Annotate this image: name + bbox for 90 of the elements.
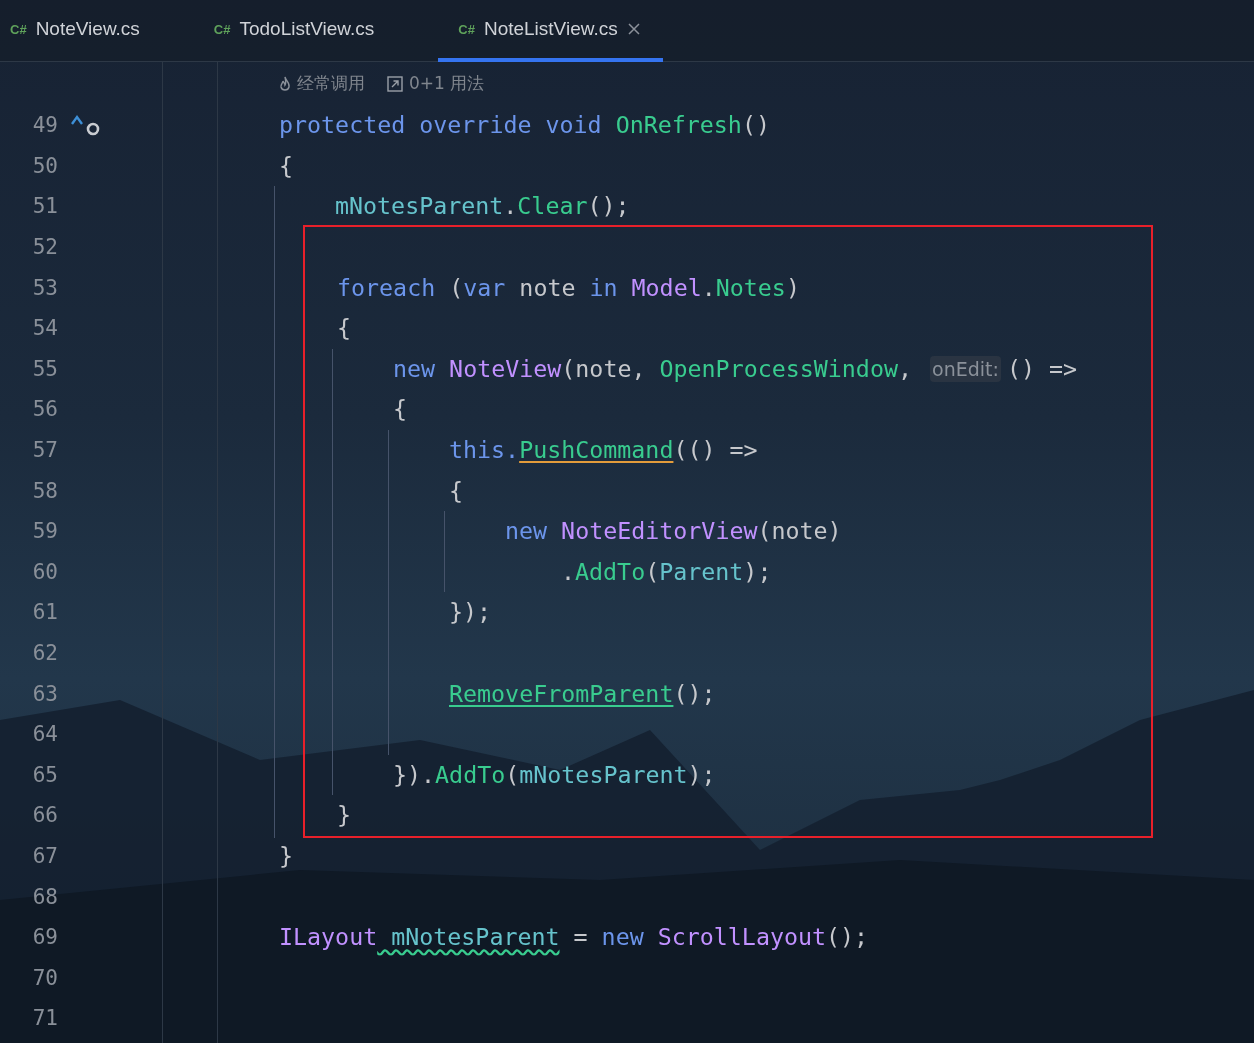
line-number: 68 [31, 884, 58, 909]
field-name: Parent [659, 556, 744, 587]
code-vision-hint[interactable]: 0+1 用法 [409, 72, 485, 95]
csharp-file-icon: C# [10, 21, 27, 37]
code-text: ( [505, 759, 520, 790]
line-number: 65 [31, 762, 58, 787]
code-text: ) [785, 272, 800, 303]
code-text: (); [587, 191, 630, 222]
line-number: 53 [31, 275, 58, 300]
type-name: Model [630, 272, 702, 303]
line-number: 63 [31, 681, 58, 706]
flame-icon [279, 75, 291, 92]
keyword: new [505, 516, 548, 547]
keyword: new [393, 353, 436, 384]
code-text: { [337, 313, 352, 344]
field-name: mNotesParent [519, 759, 688, 790]
line-number: 56 [31, 397, 58, 422]
code-text: { [393, 394, 408, 425]
tab-label: TodoListView.cs [239, 18, 375, 40]
line-number: 58 [31, 478, 58, 503]
method-name: AddTo [435, 759, 506, 790]
csharp-file-icon: C# [213, 21, 231, 37]
code-text: ); [743, 556, 772, 587]
code-text: } [279, 841, 294, 871]
line-number: 54 [31, 316, 58, 341]
type-name: ILayout [279, 922, 378, 953]
code-text: (() => [673, 435, 758, 466]
code-text: note [518, 272, 577, 303]
code-text: , [897, 353, 913, 384]
external-link-icon [387, 75, 403, 92]
line-number: 52 [31, 235, 58, 260]
code-text: }); [449, 597, 492, 628]
keyword: this. [449, 435, 520, 466]
code-text: { [279, 150, 294, 181]
code-text: = [572, 922, 589, 953]
code-text: (note, [561, 353, 647, 384]
line-number: 50 [31, 153, 58, 178]
code-text: () [741, 110, 770, 141]
method-name: PushCommand [519, 435, 674, 466]
code-text: () => [1006, 353, 1078, 384]
code-vision-hint[interactable]: 经常调用 [297, 72, 365, 95]
code-text: }). [393, 759, 436, 790]
method-name: AddTo [575, 556, 646, 587]
field-name: mNotesParent [390, 922, 560, 953]
code-text: (); [826, 922, 869, 953]
code-text: { [449, 475, 464, 506]
code-text: ( [645, 556, 660, 587]
keyword: protected override void [279, 110, 602, 141]
parameter-hint: onEdit: [930, 355, 1001, 382]
line-number: 59 [31, 519, 58, 544]
type-name: NoteEditorView [560, 516, 758, 547]
method-name: OpenProcessWindow [659, 353, 898, 384]
line-number: 69 [31, 925, 58, 950]
line-number: 71 [31, 1006, 58, 1031]
code-text: . [701, 272, 716, 303]
line-number: 62 [31, 641, 58, 665]
field-name: mNotesParent [335, 191, 504, 222]
line-number: 57 [31, 438, 58, 463]
line-number: 64 [31, 722, 58, 747]
line-number: 67 [31, 844, 58, 868]
editor-tab[interactable]: C# NoteListView.cs [438, 0, 663, 62]
keyword: foreach [337, 272, 436, 303]
editor-tab[interactable]: C# NoteView.cs [0, 0, 164, 62]
line-number: 55 [31, 356, 58, 381]
code-text: ( [448, 272, 464, 303]
line-number: 51 [31, 194, 58, 219]
csharp-file-icon: C# [458, 21, 475, 37]
keyword: new [601, 922, 644, 953]
code-text: . [503, 191, 518, 222]
line-number: 49 [31, 113, 58, 138]
method-name: Notes [715, 272, 786, 303]
editor-tab[interactable]: C# TodoListView.cs [203, 0, 399, 62]
method-name: Clear [517, 191, 588, 222]
line-number: 66 [31, 803, 58, 828]
line-number: 61 [31, 600, 58, 625]
code-text: . [561, 556, 576, 587]
type-name: NoteView [448, 353, 562, 384]
line-number: 60 [31, 559, 58, 584]
tab-label: NoteListView.cs [483, 18, 618, 40]
keyword: var [463, 272, 506, 303]
keyword: in [589, 272, 618, 303]
code-text: } [337, 800, 352, 831]
method-name: RemoveFromParent [449, 678, 674, 709]
code-text: (); [673, 678, 716, 709]
type-name: ScrollLayout [656, 922, 827, 953]
tab-label: NoteView.cs [35, 18, 140, 40]
method-name: OnRefresh [614, 110, 742, 141]
code-text: ); [687, 759, 716, 790]
line-number: 70 [31, 965, 58, 990]
code-text: (note) [757, 516, 842, 547]
